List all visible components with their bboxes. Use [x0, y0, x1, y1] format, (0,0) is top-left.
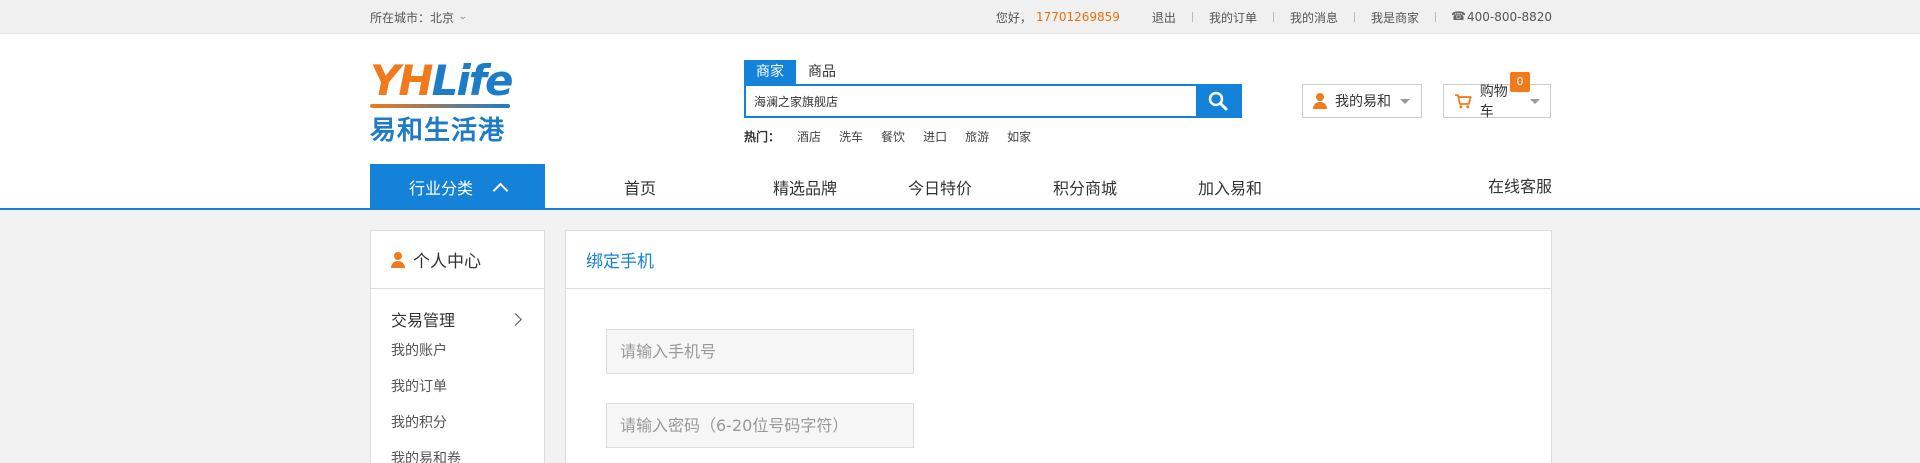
hot-link[interactable]: 洗车 — [839, 128, 863, 145]
search-input[interactable] — [746, 86, 1196, 116]
logout-link[interactable]: 退出 — [1136, 9, 1192, 26]
my-yihe-dropdown[interactable]: 我的易和 — [1302, 84, 1422, 118]
top-bar: 所在城市：北京 ⌄ 您好， 17701269859 退出 我的订单 我的消息 我… — [0, 0, 1920, 34]
phone-icon — [1451, 9, 1466, 23]
category-label: 行业分类 — [408, 179, 473, 198]
my-yihe-label: 我的易和 — [1335, 94, 1391, 110]
sidebar-header: 个人中心 — [371, 231, 544, 289]
phone-input[interactable] — [606, 329, 914, 374]
logo-wordmark: YHLife — [370, 56, 513, 105]
merchant-link[interactable]: 我是商家 — [1355, 9, 1435, 26]
online-service-link[interactable]: 在线客服 — [1488, 164, 1552, 210]
search-box — [744, 84, 1242, 118]
nav-brands[interactable]: 精选品牌 — [740, 175, 870, 199]
hot-link[interactable]: 旅游 — [965, 128, 989, 145]
sidebar-item-account[interactable]: 我的账户 — [371, 333, 544, 369]
category-menu-button[interactable]: 行业分类 — [370, 164, 545, 210]
user-phone[interactable]: 17701269859 — [1036, 10, 1120, 24]
search-area: 商家 商品 热门： 酒店 洗车 餐饮 进口 旅游 如家 — [744, 60, 1242, 145]
caret-down-icon — [1530, 98, 1540, 104]
caret-down-icon — [1400, 98, 1410, 104]
nav-home[interactable]: 首页 — [595, 175, 685, 199]
hot-link[interactable]: 餐饮 — [881, 128, 905, 145]
cart-count-badge: 0 — [1510, 72, 1530, 92]
section-label: 交易管理 — [391, 311, 456, 330]
sidebar-item-orders[interactable]: 我的订单 — [371, 369, 544, 405]
hot-label: 热门： — [744, 130, 781, 144]
nav-links: 首页 精选品牌 今日特价 积分商城 加入易和 — [595, 164, 1285, 210]
bind-phone-panel: 绑定手机 — [565, 230, 1552, 463]
search-tab-merchant[interactable]: 商家 — [744, 60, 796, 84]
hot-link[interactable]: 酒店 — [797, 128, 821, 145]
city-label: 所在城市：北京 — [370, 10, 455, 25]
logo-cn-name: 易和生活港 — [370, 116, 506, 146]
hotline: 400-800-8820 — [1436, 9, 1552, 25]
search-icon — [1208, 91, 1228, 111]
search-tab-product[interactable]: 商品 — [796, 60, 848, 84]
cart-icon — [1454, 94, 1472, 109]
sidebar-item-points[interactable]: 我的积分 — [371, 405, 544, 441]
nav-points-mall[interactable]: 积分商城 — [1030, 175, 1140, 199]
user-icon — [391, 251, 405, 268]
nav-join[interactable]: 加入易和 — [1175, 175, 1285, 199]
site-logo[interactable]: YHLife 易和生活港 — [370, 56, 513, 146]
search-button[interactable] — [1196, 86, 1240, 116]
sidebar-title: 个人中心 — [413, 252, 481, 272]
nav-deals[interactable]: 今日特价 — [885, 175, 995, 199]
logo-swoosh — [370, 104, 510, 108]
chevron-right-icon — [509, 312, 522, 326]
user-center-sidebar: 个人中心 交易管理 我的账户 我的订单 我的积分 我的易和卷 — [370, 230, 545, 463]
header: YHLife 易和生活港 商家 商品 热门： 酒店 洗车 餐饮 进口 旅游 如家 — [0, 34, 1920, 164]
my-messages-link[interactable]: 我的消息 — [1274, 9, 1354, 26]
sidebar-item-vouchers[interactable]: 我的易和卷 — [371, 441, 544, 463]
search-tabs: 商家 商品 — [744, 60, 1242, 84]
hotline-number: 400-800-8820 — [1466, 10, 1552, 24]
cart-dropdown[interactable]: 购物车 0 — [1443, 72, 1551, 120]
city-selector[interactable]: 所在城市：北京 ⌄ — [370, 9, 468, 26]
password-input[interactable] — [606, 403, 914, 448]
sidebar-section-trade[interactable]: 交易管理 — [371, 289, 544, 333]
greeting-text: 您好， — [995, 10, 1032, 25]
my-orders-link[interactable]: 我的订单 — [1193, 9, 1273, 26]
chevron-down-icon: ⌄ — [457, 12, 468, 22]
user-icon — [1313, 93, 1327, 109]
hot-link[interactable]: 进口 — [923, 128, 947, 145]
chevron-up-icon — [492, 182, 509, 198]
hot-link[interactable]: 如家 — [1007, 128, 1031, 145]
panel-title: 绑定手机 — [566, 231, 1551, 289]
hot-searches: 热门： 酒店 洗车 餐饮 进口 旅游 如家 — [744, 128, 1242, 145]
main-nav: 行业分类 首页 精选品牌 今日特价 积分商城 加入易和 在线客服 — [0, 164, 1920, 210]
